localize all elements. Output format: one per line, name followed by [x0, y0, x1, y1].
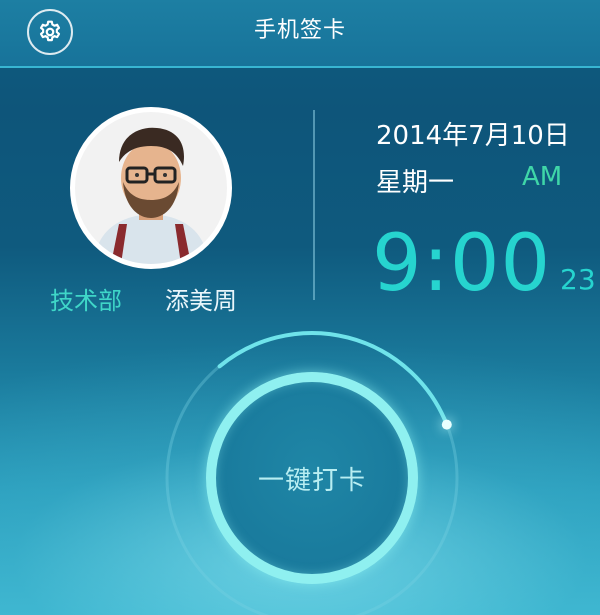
checkin-button-label: 一键打卡	[257, 465, 366, 496]
clock-in-screen: 手机签卡 技术部 添美周 2014年7月10日 星期一 AM 9:00 23 一…	[0, 0, 600, 615]
one-click-checkin-button[interactable]: 一键打卡	[206, 372, 418, 584]
progress-indicator-dot	[441, 419, 452, 430]
